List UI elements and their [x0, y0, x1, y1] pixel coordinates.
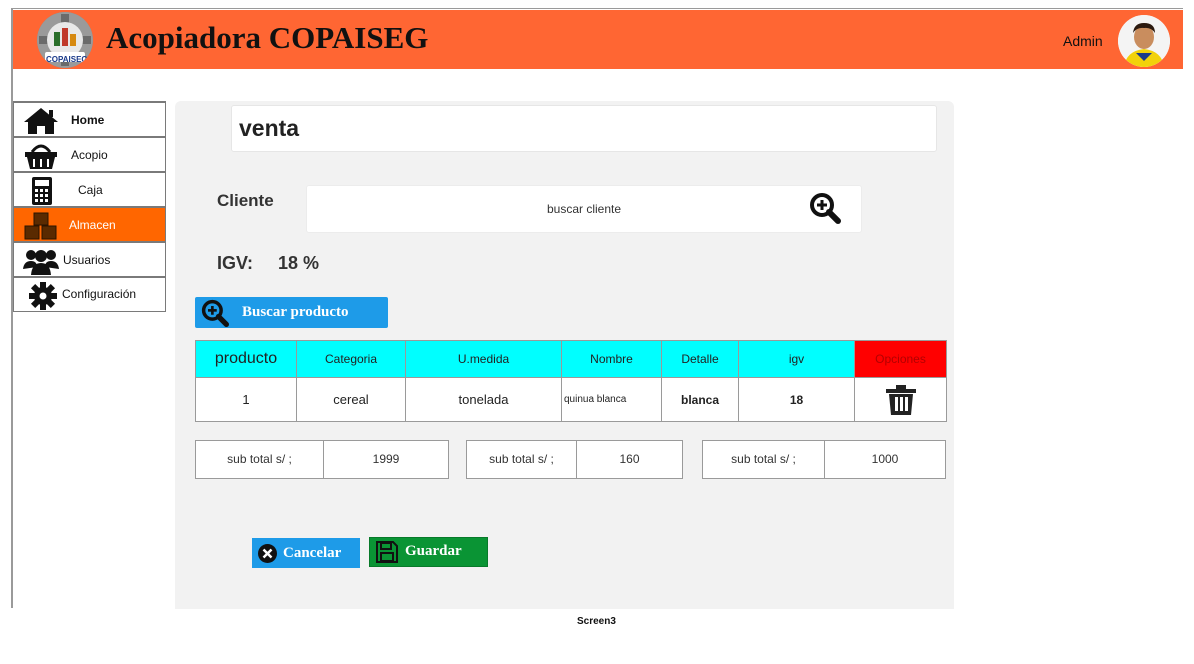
sidebar-item-caja[interactable]: Caja: [13, 171, 166, 207]
column-header-umedida: U.medida: [405, 340, 562, 378]
cell-producto: 1: [195, 377, 297, 422]
sidebar-item-label: Usuarios: [63, 253, 111, 267]
buscar-producto-label: Buscar producto: [242, 304, 349, 320]
sidebar-item-acopio[interactable]: Acopio: [13, 136, 166, 172]
search-plus-icon: [201, 299, 229, 327]
column-header-igv: igv: [738, 340, 855, 378]
search-cliente-icon[interactable]: [809, 192, 841, 224]
cancel-label: Cancelar: [283, 545, 342, 561]
window-frame-top: [11, 8, 1183, 9]
screen-label: Screen3: [577, 616, 616, 627]
subtotal-label: sub total s/ ;: [196, 441, 324, 478]
column-header-opciones: Opciones: [854, 340, 947, 378]
table-row: 1 cereal tonelada quinua blanca blanca 1…: [195, 377, 947, 422]
subtotal-group-1: sub total s/ ; 1999: [195, 440, 449, 479]
cell-nombre: quinua blanca: [561, 377, 662, 422]
cliente-search-input[interactable]: [306, 185, 862, 233]
cancel-button[interactable]: Cancelar: [252, 538, 360, 568]
users-icon: [23, 250, 59, 275]
column-header-detalle: Detalle: [661, 340, 739, 378]
sidebar-item-label: Caja: [78, 183, 103, 197]
app-header: COPAISEG Acopiadora COPAISEG Admin: [13, 10, 1183, 69]
sidebar-item-label: Almacen: [69, 218, 116, 232]
basket-icon: [25, 144, 57, 169]
sidebar-item-label: Acopio: [71, 148, 108, 162]
cell-umedida: tonelada: [405, 377, 562, 422]
subtotal-group-2: sub total s/ ; 160: [466, 440, 683, 479]
column-header-categoria: Categoria: [296, 340, 406, 378]
sidebar-item-label: Configuración: [62, 287, 137, 301]
page-title: venta: [239, 115, 300, 141]
floppy-disk-icon: [376, 541, 398, 563]
app-title: Acopiadora COPAISEG: [106, 20, 429, 55]
subtotal-label: sub total s/ ;: [703, 441, 825, 478]
user-name-label[interactable]: Admin: [1063, 33, 1103, 49]
main-panel: venta Cliente IGV: 18 % Buscar producto …: [175, 101, 954, 609]
page-title-box: venta: [231, 105, 937, 152]
cell-opciones: [854, 377, 947, 422]
igv-value: 18 %: [278, 253, 320, 273]
column-header-nombre: Nombre: [561, 340, 662, 378]
boxes-icon: [24, 212, 57, 240]
app-logo: COPAISEG: [37, 12, 93, 68]
sidebar-item-configuracion[interactable]: Configuración: [13, 276, 166, 312]
close-circle-icon: [258, 544, 277, 563]
cliente-label: Cliente: [217, 191, 274, 210]
home-icon: [24, 108, 58, 134]
productos-table: producto Categoria U.medida Nombre Detal…: [195, 340, 947, 422]
save-button[interactable]: Guardar: [369, 537, 488, 567]
sidebar-item-home[interactable]: Home: [13, 101, 166, 137]
trash-icon[interactable]: [884, 384, 918, 415]
calculator-icon: [32, 177, 52, 205]
subtotal-label: sub total s/ ;: [467, 441, 577, 478]
subtotal-value: 1000: [871, 452, 899, 466]
cell-igv: 18: [738, 377, 855, 422]
sidebar-item-label: Home: [71, 113, 105, 127]
sidebar-item-almacen[interactable]: Almacen: [13, 206, 166, 242]
logo-text: COPAISEG: [46, 55, 88, 64]
sidebar: Home Acopio Caja Almacen Usuarios Config…: [13, 101, 166, 312]
subtotal-value: 160: [619, 452, 640, 466]
avatar[interactable]: [1118, 15, 1170, 67]
user-avatar-icon: [1118, 15, 1170, 67]
save-label: Guardar: [405, 543, 462, 559]
igv-label: IGV:: [217, 253, 254, 273]
buscar-producto-button[interactable]: Buscar producto: [195, 297, 388, 328]
subtotal-value: 1999: [372, 452, 400, 466]
column-header-producto: producto: [195, 340, 297, 378]
subtotal-group-3: sub total s/ ; 1000: [702, 440, 946, 479]
sidebar-item-usuarios[interactable]: Usuarios: [13, 241, 166, 277]
table-header-row: producto Categoria U.medida Nombre Detal…: [195, 340, 947, 378]
cell-categoria: cereal: [296, 377, 406, 422]
cell-detalle: blanca: [661, 377, 739, 422]
gear-icon: [29, 282, 57, 310]
